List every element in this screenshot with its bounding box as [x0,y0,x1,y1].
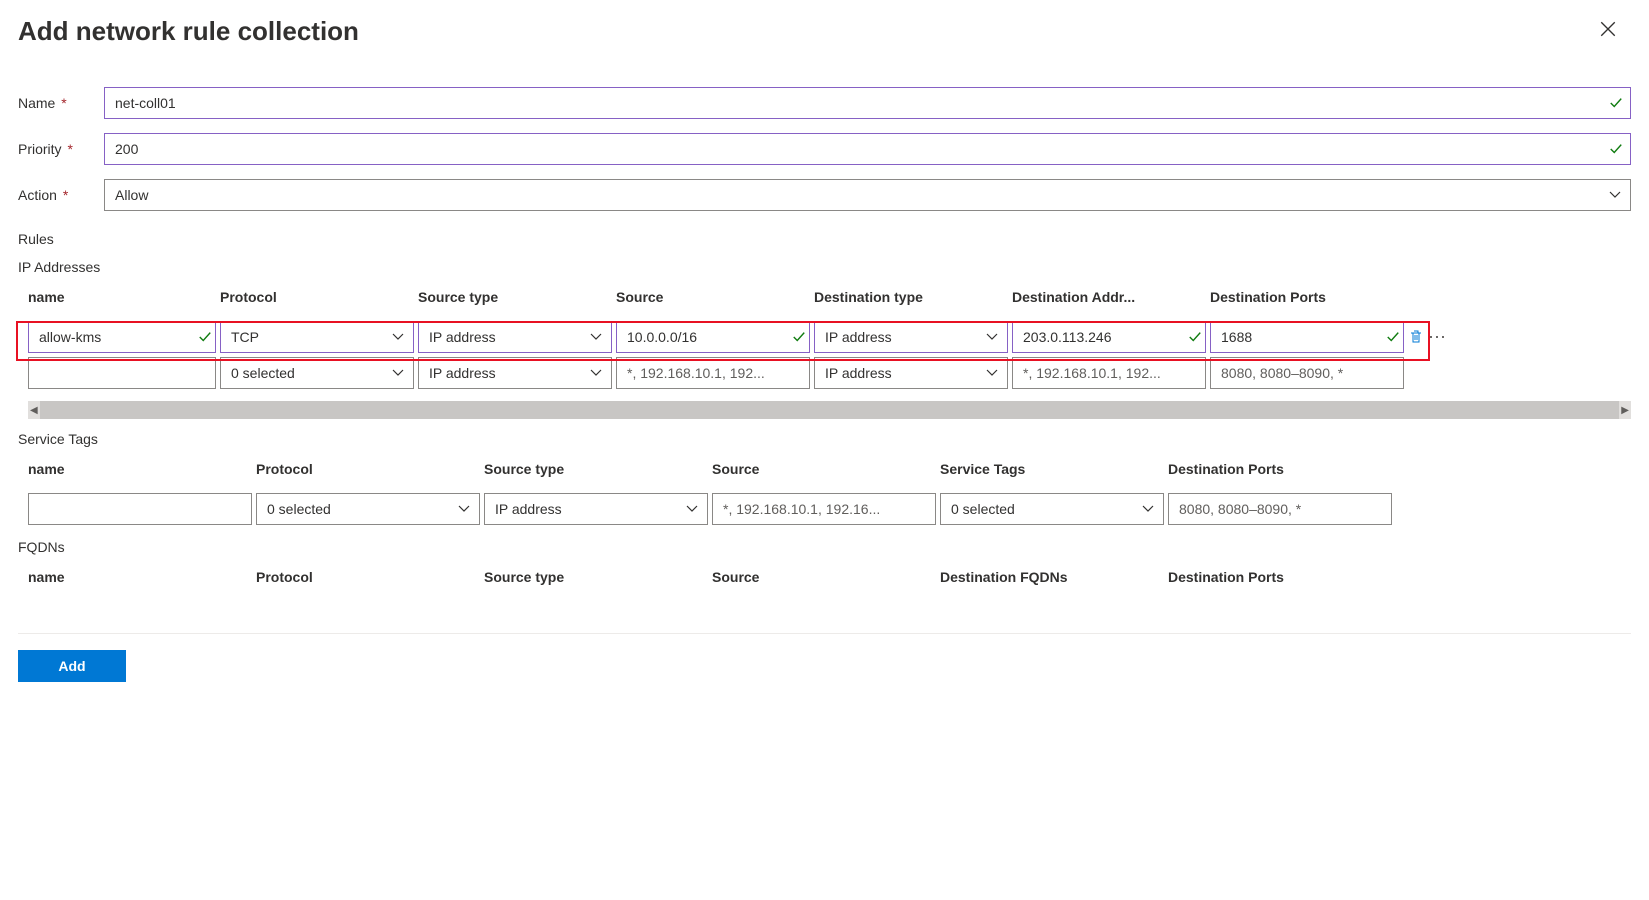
rule-dest-ports-input[interactable] [1210,321,1404,353]
rule-source-type-select[interactable]: IP address [418,321,612,353]
rule-protocol-select[interactable]: TCP [220,321,414,353]
svc-name-input[interactable] [28,493,252,525]
rule-protocol-select[interactable]: 0 selected [220,357,414,389]
col-dest-ports: Destination Ports [1168,453,1396,491]
col-source: Source [712,561,940,599]
rule-name-input[interactable] [28,357,216,389]
delete-row-button[interactable] [1408,329,1424,345]
svc-service-tags-select[interactable]: 0 selected [940,493,1164,525]
col-dest-fqdns: Destination FQDNs [940,561,1168,599]
rule-dest-ports-input[interactable] [1210,357,1404,389]
col-name: name [28,281,220,319]
horizontal-scrollbar[interactable]: ◀ ▶ [28,401,1631,419]
page-title: Add network rule collection [18,16,1631,47]
col-name: name [28,561,256,599]
rules-heading: Rules [18,231,1631,247]
fqdns-table: name Protocol Source type Source Destina… [28,561,1631,599]
col-source: Source [616,281,814,319]
col-dest-type: Destination type [814,281,1012,319]
scroll-left-icon[interactable]: ◀ [30,405,38,416]
rule-source-type-select[interactable]: IP address [418,357,612,389]
col-source-type: Source type [484,453,712,491]
col-dest-ports: Destination Ports [1210,281,1408,319]
col-name: name [28,453,256,491]
rule-name-input[interactable] [28,321,216,353]
fqdns-heading: FQDNs [18,539,1631,555]
col-protocol: Protocol [256,561,484,599]
col-dest-addr: Destination Addr... [1012,281,1210,319]
add-button[interactable]: Add [18,650,126,682]
trash-icon [1408,329,1424,345]
name-input[interactable] [104,87,1631,119]
col-source: Source [712,453,940,491]
action-select[interactable]: Allow [104,179,1631,211]
col-protocol: Protocol [220,281,418,319]
svc-source-input[interactable] [712,493,936,525]
close-icon [1599,20,1617,38]
service-tags-table: name Protocol Source type Source Service… [28,453,1631,527]
col-source-type: Source type [418,281,616,319]
col-protocol: Protocol [256,453,484,491]
priority-input[interactable] [104,133,1631,165]
svc-protocol-select[interactable]: 0 selected [256,493,480,525]
name-label: Name * [18,95,104,111]
ip-addresses-table: name Protocol Source type Source Destina… [28,281,1631,391]
scroll-right-icon[interactable]: ▶ [1621,405,1629,416]
service-tags-heading: Service Tags [18,431,1631,447]
col-dest-ports: Destination Ports [1168,561,1396,599]
svc-source-type-select[interactable]: IP address [484,493,708,525]
rule-dest-addr-input[interactable] [1012,321,1206,353]
rule-source-input[interactable] [616,357,810,389]
rule-dest-type-select[interactable]: IP address [814,357,1008,389]
rule-dest-addr-input[interactable] [1012,357,1206,389]
action-label: Action * [18,187,104,203]
col-source-type: Source type [484,561,712,599]
rule-source-input[interactable] [616,321,810,353]
col-service-tags: Service Tags [940,453,1168,491]
row-more-button[interactable]: ⋯ [1428,328,1446,346]
ip-addresses-heading: IP Addresses [18,259,1631,275]
svc-dest-ports-input[interactable] [1168,493,1392,525]
scrollbar-track[interactable] [40,401,1620,419]
rule-dest-type-select[interactable]: IP address [814,321,1008,353]
close-button[interactable] [1599,20,1617,38]
priority-label: Priority * [18,141,104,157]
